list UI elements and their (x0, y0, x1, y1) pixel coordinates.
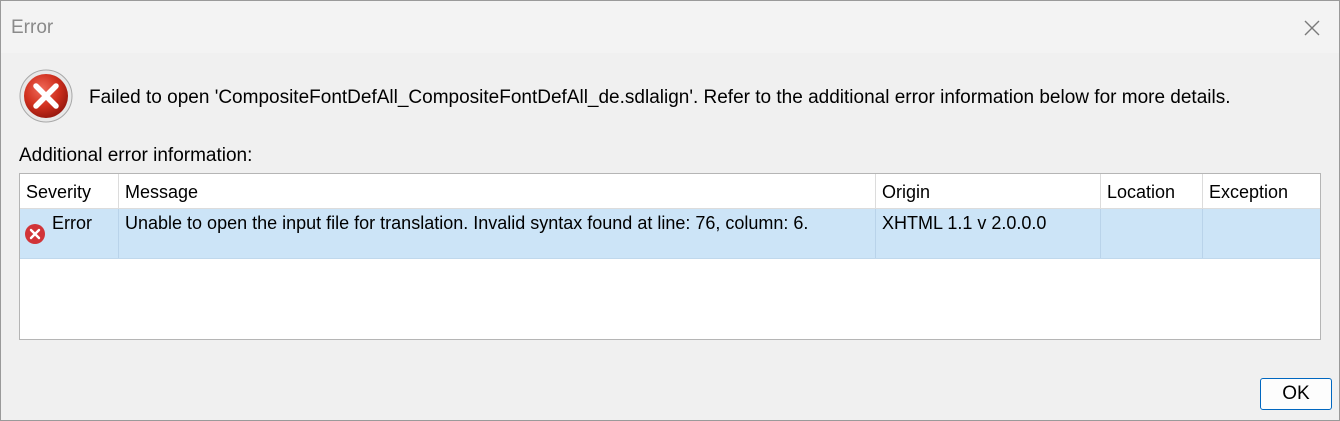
title-bar: Error (1, 1, 1339, 53)
origin-cell: XHTML 1.1 v 2.0.0.0 (876, 209, 1101, 258)
location-cell (1101, 209, 1203, 258)
error-dialog: Error Failed to open 'CompositeFontDefAl… (0, 0, 1340, 421)
error-icon (19, 69, 73, 123)
message-cell: Unable to open the input file for transl… (119, 209, 876, 258)
severity-text: Error (52, 213, 92, 233)
additional-info-label: Additional error information: (19, 145, 253, 166)
column-header-origin[interactable]: Origin (876, 174, 1101, 208)
severity-cell: Error (20, 209, 119, 258)
column-header-location[interactable]: Location (1101, 174, 1203, 208)
exception-cell (1203, 209, 1320, 258)
ok-button[interactable]: OK (1260, 378, 1332, 410)
window-title: Error (11, 17, 54, 38)
error-details-table[interactable]: Severity Message Origin Location Excepti… (19, 173, 1321, 340)
close-button[interactable] (1295, 11, 1329, 45)
table-header: Severity Message Origin Location Excepti… (20, 174, 1320, 209)
column-header-severity[interactable]: Severity (20, 174, 119, 208)
error-icon (25, 224, 45, 244)
table-row[interactable]: Error Unable to open the input file for … (20, 209, 1320, 259)
column-header-message[interactable]: Message (119, 174, 876, 208)
close-icon (1304, 20, 1320, 36)
column-header-exception[interactable]: Exception (1203, 174, 1320, 208)
error-message: Failed to open 'CompositeFontDefAll_Comp… (89, 87, 1231, 108)
